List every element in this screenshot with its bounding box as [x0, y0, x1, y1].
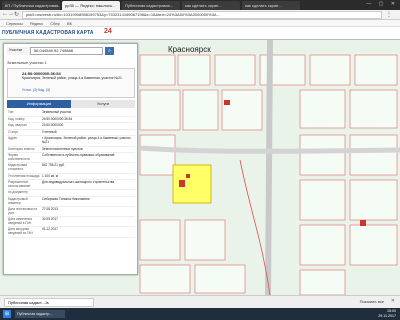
attr-key: Тип [8, 110, 14, 114]
results-subtitle: Земельные участки 1 [7, 60, 47, 65]
download-bar: Публичная кадаст...Js Показать все ✕ [0, 295, 400, 308]
attr-key: Дата постановки на учет [8, 207, 38, 215]
attr-key: Дата выгрузки сведений из ГКН [8, 227, 33, 236]
attr-value: Сибирская Татьяна Николаевна [42, 196, 90, 201]
browser-tab-active[interactable]: pp35 — Яндекс: нашлось... [62, 1, 120, 10]
table-row: Дата изменения сведений в ГКН 30.05.2017 [7, 217, 135, 228]
table-row: Кадастровый инженер Сибирская Татьяна Ник… [7, 196, 135, 208]
reload-icon[interactable]: ↻ [14, 11, 19, 18]
table-row: по документу [7, 190, 135, 197]
tab-info[interactable]: Информация [7, 100, 71, 108]
show-all-downloads-button[interactable]: Показать все [360, 299, 384, 304]
browser-toolbar: ← → ↻ pkk5.rosreestr.ru/#x=1031990898815… [0, 10, 400, 20]
attr-value: 1 100 кв. м [42, 173, 58, 178]
browser-tab[interactable]: КП / Публичная кадастровая... [2, 1, 60, 10]
city-label: Красноярск [168, 45, 211, 54]
info-panel: Участки 56.044549 92.749888 ⌕ Земельные … [3, 43, 138, 275]
search-icon[interactable]: ⌕ [105, 47, 114, 55]
bookmarks-bar: Сервисы Яндекс Сбер ВК [0, 20, 400, 27]
attr-value: 24:50:0000000 [42, 123, 64, 128]
attr-key: Категория земель [8, 146, 35, 151]
browser-tab-strip: КП / Публичная кадастровая... pp35 — Янд… [0, 0, 400, 10]
parcel-address: Красноярск, Зеленый район, улица 4-я Кам… [22, 76, 122, 80]
address-bar[interactable]: pkk5.rosreestr.ru/#x=10319908988159753&y… [22, 11, 382, 19]
attr-value: Земли населенных пунктов [42, 146, 83, 151]
download-item[interactable]: Публичная кадаст...Js [4, 298, 94, 307]
selected-parcel[interactable] [172, 164, 212, 204]
attr-value: 24:50:0000000:36:54 [42, 116, 73, 121]
table-row: Уточненная площадь 1 100 кв. м [7, 174, 135, 181]
attr-value: 842 756,21 руб. [42, 163, 65, 168]
attr-key: Адрес [8, 136, 18, 141]
attr-value: Собственность публично-правовых образова… [42, 153, 115, 158]
taskbar-app-chrome[interactable]: Публичная кадастр... [15, 310, 65, 318]
attr-key: Форма собственности [8, 153, 30, 161]
attr-key: Кад. номер [8, 116, 25, 121]
tab-services[interactable]: Услуги [71, 100, 135, 108]
attr-key: Дата изменения сведений в ГКН [8, 217, 32, 225]
map-header: ПУБЛИЧНАЯ КАДАСТРОВАЯ КАРТА 24 [0, 27, 400, 40]
bookmark-item[interactable]: Сервисы [6, 21, 23, 26]
attr-key: Кадастровая стоимость [8, 163, 28, 171]
attr-value: г. Красноярск, Зеленый район, улица 4-я … [42, 136, 131, 144]
table-row: Кад. номер 24:50:0000000:36:54 [7, 117, 135, 124]
bookmark-item[interactable]: Яндекс [30, 21, 43, 26]
attr-value: Для индивидуального жилищного строительс… [42, 180, 115, 185]
search-type-select[interactable]: Участки [7, 47, 31, 55]
parcel-links[interactable]: Уточн. (3) Кад. (3) [22, 88, 50, 92]
browser-tab[interactable]: как сделать скрин... [182, 1, 240, 10]
search-input[interactable]: 56.044549 92.749888 [34, 47, 73, 55]
close-icon[interactable]: ✕ [391, 298, 395, 304]
attr-value: Земельный участок [42, 110, 72, 114]
browser-tab[interactable]: Публичная кадастровая... [122, 1, 180, 10]
parcel-card[interactable]: 24:50:0000000:36:54 Красноярск, Зеленый … [7, 68, 135, 98]
region-badge: 24 [104, 28, 112, 35]
table-row: Дата выгрузки сведений из ГКН 01.12.2017 [7, 227, 135, 238]
site-title[interactable]: ПУБЛИЧНАЯ КАДАСТРОВАЯ КАРТА [2, 30, 94, 36]
table-row: Адрес г. Красноярск, Зеленый район, улица… [7, 136, 135, 147]
system-clock[interactable]: 15:00 29.11.2017 [378, 309, 396, 319]
attr-value: 01.12.2017 [42, 227, 58, 232]
menu-icon[interactable]: ⋮ [386, 11, 392, 18]
bookmark-item[interactable]: ВК [67, 21, 72, 26]
attr-key: Кадастровый инженер [8, 196, 28, 205]
table-row: Дата постановки на учет 27.08.2013 [7, 207, 135, 218]
attr-key: Статус [8, 129, 19, 134]
attr-value [41, 190, 135, 196]
table-row: Кад. квартал 24:50:0000000 [7, 123, 135, 130]
taskbar: ⊞ Публичная кадастр... 15:00 29.11.2017 [0, 308, 400, 320]
table-row: Категория земель Земли населенных пунктов [7, 147, 135, 154]
browser-tab[interactable]: как сделать скрин... [242, 1, 300, 10]
table-row: Тип Земельный участок [7, 110, 135, 117]
attr-key: Разрешенное использование [8, 180, 31, 188]
attr-key: по документу [8, 190, 28, 195]
attr-key: Уточненная площадь [8, 173, 40, 178]
attribute-table: Тип Земельный участок Кад. номер 24:50:000… [7, 110, 135, 238]
start-icon[interactable]: ⊞ [3, 310, 11, 318]
window-controls[interactable]: — ▢ ✕ [366, 1, 398, 7]
panel-tabs: Информация Услуги [7, 100, 135, 108]
attr-value: 30.05.2017 [42, 217, 58, 222]
table-row: Форма собственности Собственность публичн… [7, 153, 135, 164]
attr-key: Кад. квартал [8, 123, 27, 128]
clock-date: 29.11.2017 [378, 314, 396, 318]
attr-value: Учтенный [42, 129, 57, 134]
attr-value: 27.08.2013 [42, 207, 58, 212]
table-row: Разрешенное использование Для индивидуаль… [7, 180, 135, 191]
table-row: Кадастровая стоимость 842 756,21 руб. [7, 163, 135, 174]
table-row: Статус Учтенный [7, 130, 135, 137]
bookmark-item[interactable]: Сбер [50, 21, 60, 26]
